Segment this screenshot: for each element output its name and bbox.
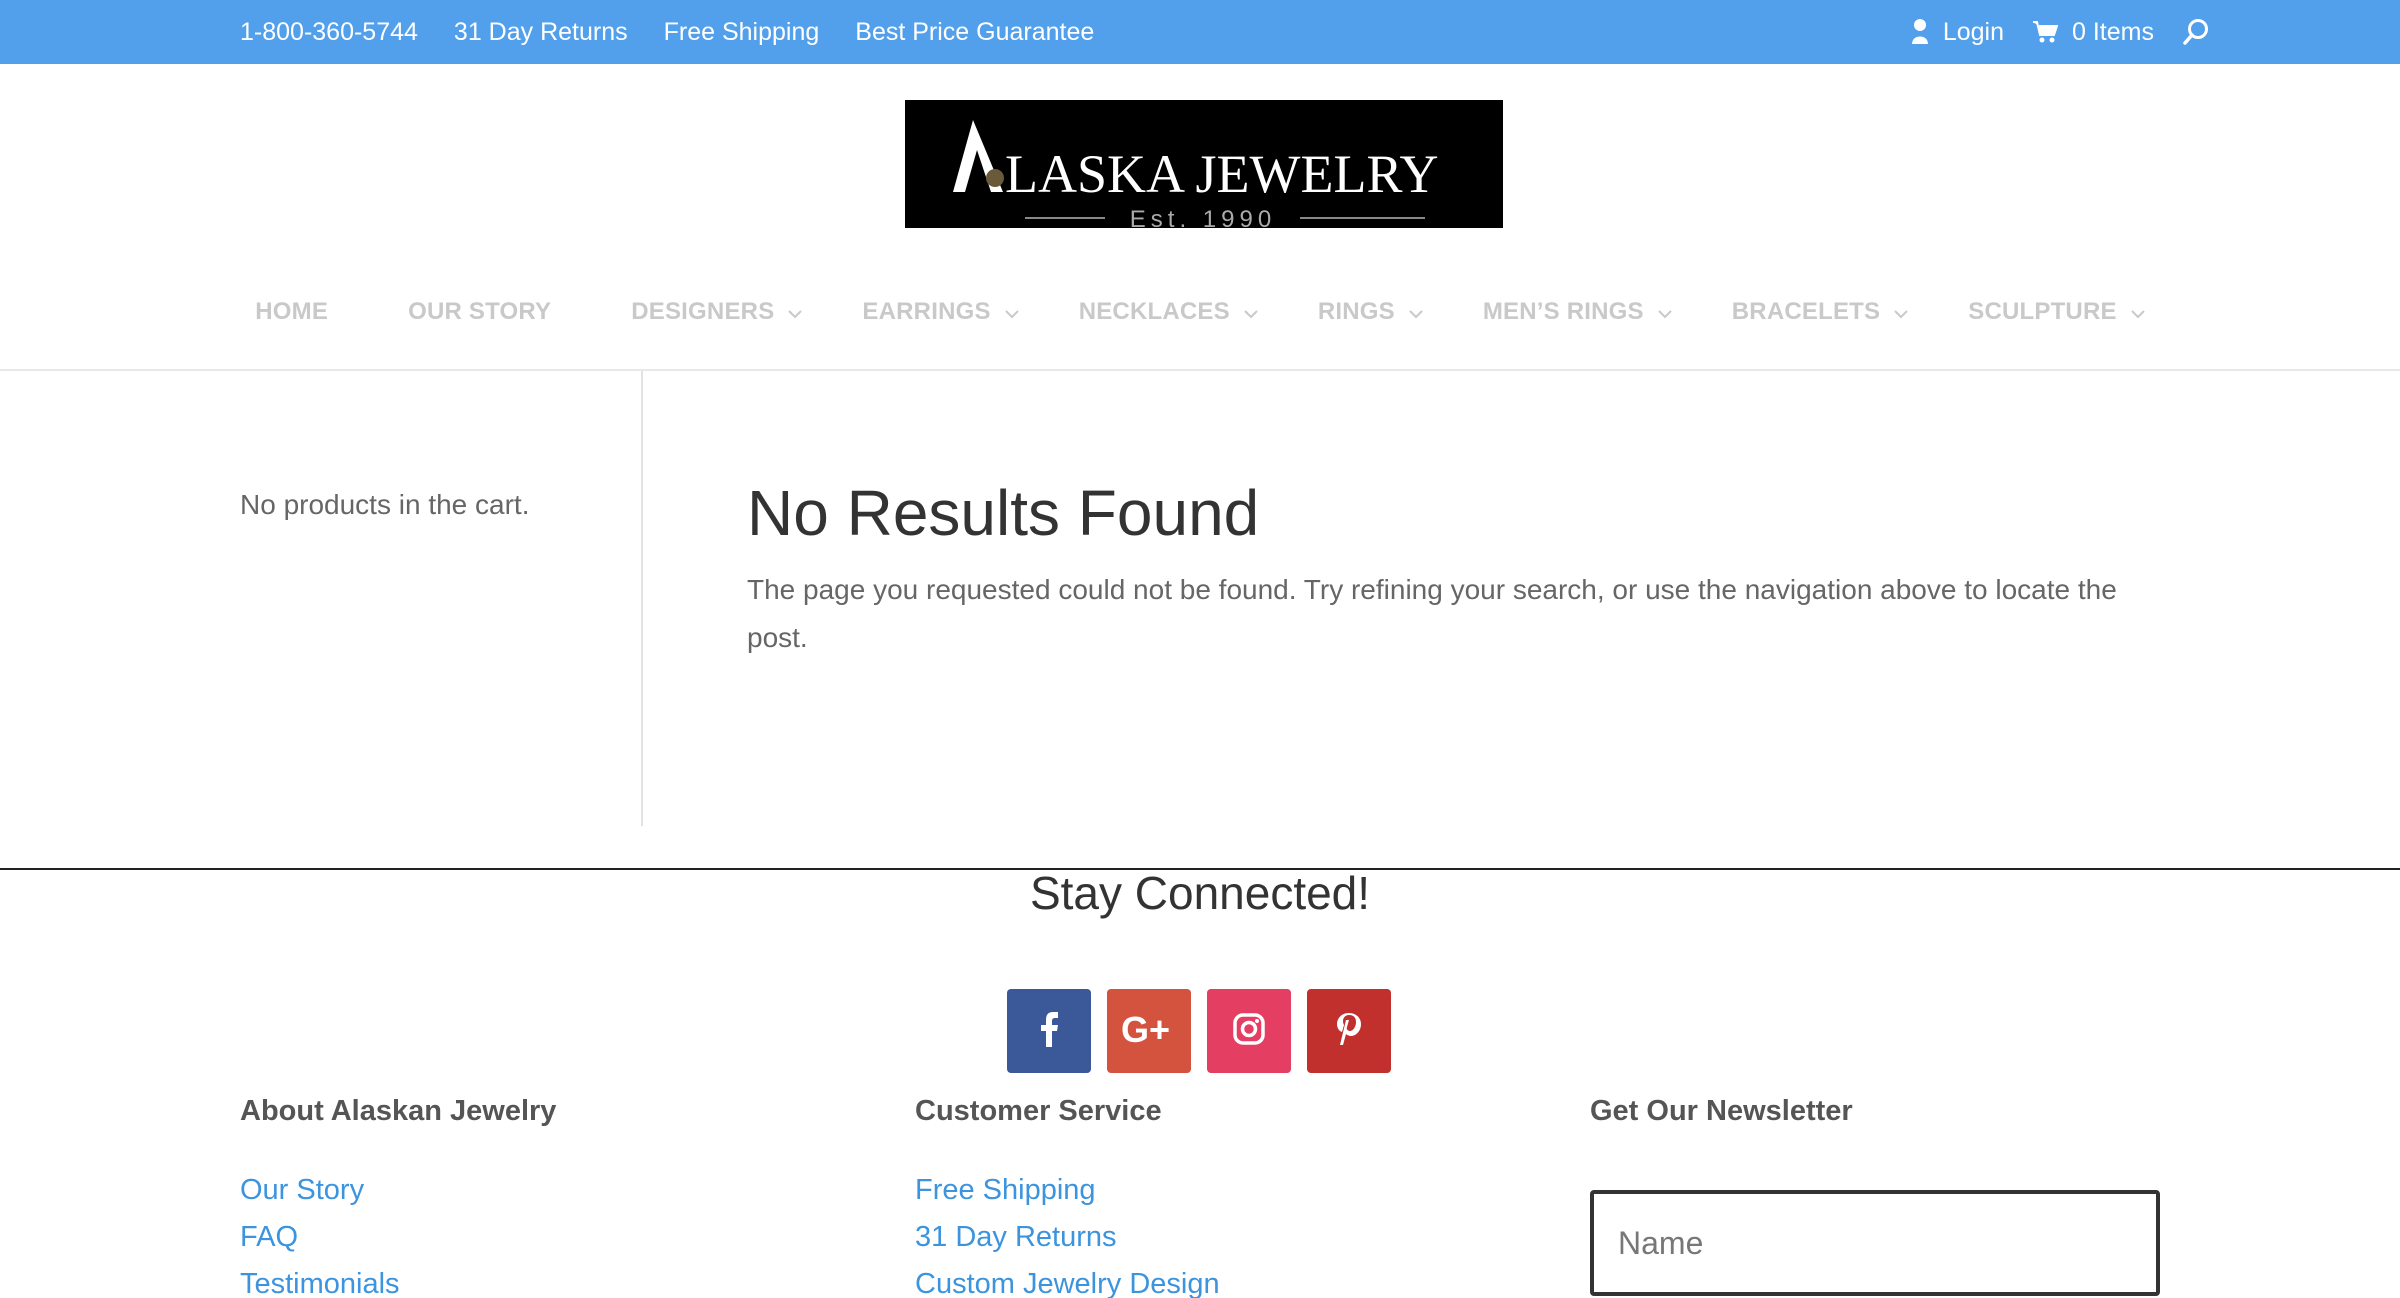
footer-link-faq[interactable]: FAQ (240, 1214, 400, 1261)
chevron-down-icon (1658, 298, 1672, 326)
instagram-icon (1233, 1012, 1265, 1050)
chevron-down-icon (1004, 298, 1019, 326)
free-shipping-link[interactable]: Free Shipping (664, 18, 820, 47)
newsletter-name-input[interactable] (1590, 1190, 2160, 1296)
top-bar-right: Login 0 Items (1911, 0, 2210, 64)
about-links: Our Story FAQ Testimonials (240, 1167, 400, 1298)
nav-our-story[interactable]: OUR STORY (408, 298, 551, 326)
cart-icon (2032, 20, 2059, 44)
nav-home-label: HOME (255, 298, 329, 325)
social-links: G+ (1007, 989, 1391, 1073)
nav-necklaces-label: NECKLACES (1078, 298, 1230, 325)
nav-rings[interactable]: RINGS (1318, 298, 1423, 326)
nav-earrings-label: EARRINGS (862, 298, 991, 325)
top-bar: 1-800-360-5744 31 Day Returns Free Shipp… (0, 0, 2400, 64)
stay-connected-heading: Stay Connected! (1029, 867, 1371, 919)
svg-text:G+: G+ (1121, 1011, 1170, 1047)
chevron-down-icon (1409, 298, 1423, 326)
nav-home[interactable]: HOME (255, 298, 328, 326)
google-plus-icon: G+ (1121, 1009, 1177, 1052)
logo-sub: Est. 1990 (1130, 206, 1276, 228)
customer-service-heading: Customer Service (915, 1095, 1162, 1127)
nav-designers[interactable]: DESIGNERS (631, 298, 803, 326)
pinterest-icon (1336, 1012, 1362, 1051)
sidebar-divider (641, 371, 643, 826)
chevron-down-icon (788, 298, 803, 326)
nav-rings-label: RINGS (1317, 298, 1395, 325)
login-label: Login (1942, 17, 2005, 46)
facebook-icon (1039, 1011, 1059, 1052)
footer-link-custom-design[interactable]: Custom Jewelry Design (915, 1261, 1220, 1298)
customer-service-links: Free Shipping 31 Day Returns Custom Jewe… (915, 1167, 1220, 1298)
cart-empty-text: No products in the cart. (240, 489, 530, 520)
nav-bracelets[interactable]: BRACELETS (1732, 298, 1908, 326)
nav-necklaces[interactable]: NECKLACES (1079, 298, 1258, 326)
search-icon (2182, 18, 2210, 46)
footer-link-free-shipping[interactable]: Free Shipping (915, 1167, 1220, 1214)
top-bar-left-links: 1-800-360-5744 31 Day Returns Free Shipp… (240, 0, 1094, 64)
cart-label: 0 Items (2072, 17, 2154, 46)
returns-link[interactable]: 31 Day Returns (454, 18, 628, 47)
about-heading: About Alaskan Jewelry (240, 1095, 557, 1127)
instagram-button[interactable] (1207, 989, 1291, 1073)
phone-link[interactable]: 1-800-360-5744 (240, 18, 418, 47)
nav-bracelets-label: BRACELETS (1731, 298, 1881, 325)
nav-sculpture[interactable]: SCULPTURE (1968, 298, 2145, 326)
google-plus-button[interactable]: G+ (1107, 989, 1191, 1073)
best-price-link[interactable]: Best Price Guarantee (855, 18, 1094, 47)
search-button[interactable] (2182, 18, 2210, 46)
user-icon (1911, 19, 1929, 45)
nav-designers-label: DESIGNERS (631, 298, 775, 325)
nav-mens-rings[interactable]: MEN’S RINGS (1483, 298, 1672, 326)
site-logo[interactable]: LASKA JEWELRY Est. 1990 (905, 100, 1503, 228)
login-link[interactable]: Login (1911, 18, 2004, 47)
cart-link[interactable]: 0 Items (2032, 18, 2154, 47)
nav-sculpture-label: SCULPTURE (1968, 298, 2117, 325)
pinterest-button[interactable] (1307, 989, 1391, 1073)
chevron-down-icon (2131, 298, 2145, 326)
main-nav: HOME OUR STORY DESIGNERS EARRINGS NECKLA… (0, 280, 2400, 344)
chevron-down-icon (1244, 298, 1258, 326)
footer-link-testimonials[interactable]: Testimonials (240, 1261, 400, 1298)
nav-our-story-label: OUR STORY (408, 298, 552, 325)
nav-earrings[interactable]: EARRINGS (862, 298, 1019, 326)
page-title: No Results Found (747, 477, 1260, 549)
logo-text: LASKA JEWELRY (1005, 144, 1439, 204)
header-divider (0, 369, 2400, 371)
page-message: The page you requested could not be foun… (747, 574, 2117, 653)
nav-mens-rings-label: MEN’S RINGS (1482, 298, 1644, 325)
chevron-down-icon (1894, 298, 1908, 326)
footer-link-our-story[interactable]: Our Story (240, 1167, 400, 1214)
facebook-button[interactable] (1007, 989, 1091, 1073)
footer-link-returns[interactable]: 31 Day Returns (915, 1214, 1220, 1261)
newsletter-heading: Get Our Newsletter (1590, 1095, 1853, 1127)
